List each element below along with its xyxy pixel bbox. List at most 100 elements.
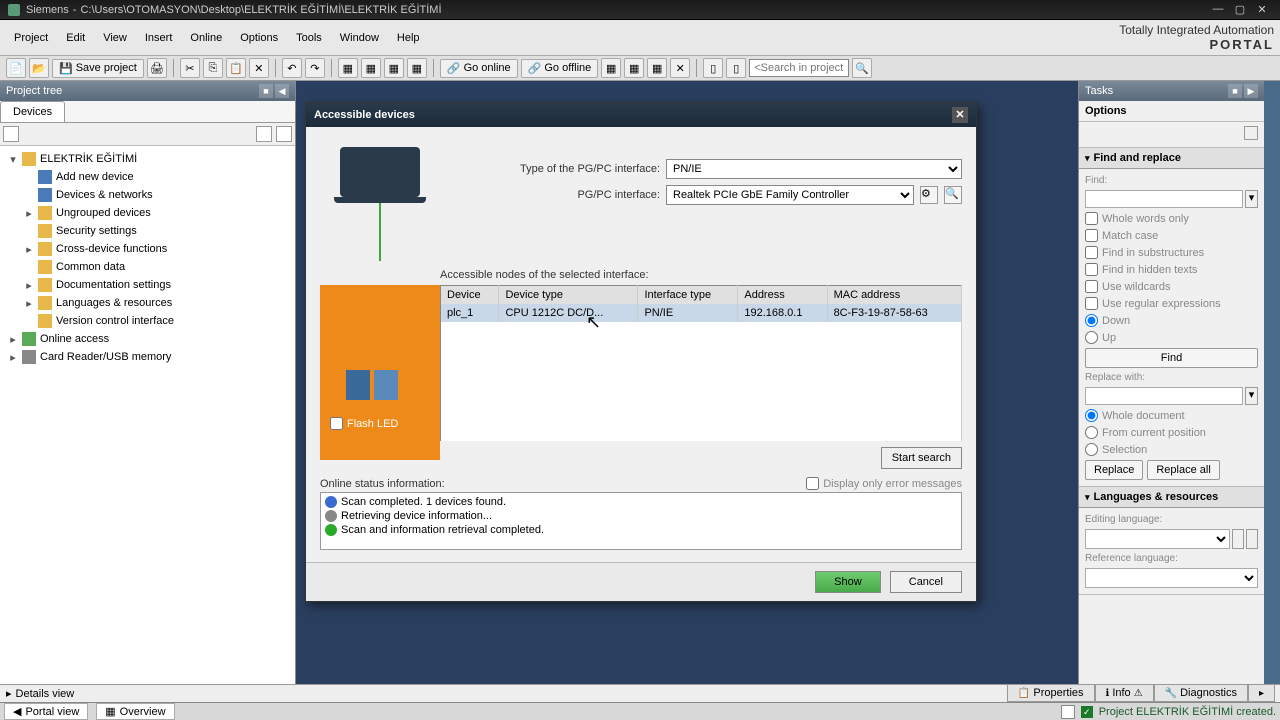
menu-edit[interactable]: Edit [58, 29, 93, 47]
column-header[interactable]: Device [441, 286, 499, 305]
find-dropdown-icon[interactable]: ▾ [1245, 190, 1258, 208]
column-header[interactable]: Address [738, 286, 827, 305]
interface-select[interactable]: Realtek PCIe GbE Family Controller [666, 185, 914, 205]
menu-window[interactable]: Window [332, 29, 387, 47]
down-radio[interactable] [1085, 314, 1098, 327]
wildcards-checkbox[interactable] [1085, 280, 1098, 293]
match-case-checkbox[interactable] [1085, 229, 1098, 242]
find-replace-header[interactable]: ▾ Find and replace [1079, 148, 1264, 169]
table-row[interactable]: plc_1 CPU 1212C DC/D... PN/IE 192.168.0.… [441, 304, 962, 322]
tree-view-icon[interactable] [256, 126, 272, 142]
open-project-icon[interactable]: 📂 [29, 58, 49, 78]
tool3-icon[interactable]: ▦ [647, 58, 667, 78]
start-search-button[interactable]: Start search [881, 447, 962, 469]
print-icon[interactable]: 🖨 [147, 58, 167, 78]
column-header[interactable]: Interface type [638, 286, 738, 305]
go-offline-button[interactable]: 🔗 Go offline [521, 59, 599, 78]
tab-devices[interactable]: Devices [0, 101, 65, 122]
panel-pin-icon[interactable]: ■ [259, 84, 273, 98]
tree-item[interactable]: ▸Languages & resources [0, 294, 295, 312]
only-errors-checkbox[interactable] [806, 477, 819, 490]
dialog-titlebar[interactable]: Accessible devices ✕ [306, 103, 976, 127]
dialog-close-icon[interactable]: ✕ [952, 107, 968, 123]
tree-item[interactable]: ▾ELEKTRİK EĞİTİMİ [0, 150, 295, 168]
new-project-icon[interactable]: 📄 [6, 58, 26, 78]
show-button[interactable]: Show [815, 571, 881, 593]
tree-tool-icon[interactable] [3, 126, 19, 142]
lang-icon[interactable] [1232, 529, 1244, 549]
lang-icon2[interactable] [1246, 529, 1258, 549]
tree-item[interactable]: Devices & networks [0, 186, 295, 204]
layout4-icon[interactable]: ▦ [407, 58, 427, 78]
tree-item[interactable]: ▸Cross-device functions [0, 240, 295, 258]
from-current-radio[interactable] [1085, 426, 1098, 439]
replace-all-button[interactable]: Replace all [1147, 460, 1219, 480]
minimize-button[interactable]: — [1208, 3, 1228, 16]
overview-button[interactable]: ▦ Overview [96, 703, 174, 720]
tree-item[interactable]: ▸Ungrouped devices [0, 204, 295, 222]
tree-item[interactable]: Add new device [0, 168, 295, 186]
right-dock-strip[interactable] [1264, 81, 1280, 696]
menu-help[interactable]: Help [389, 29, 428, 47]
paste-icon[interactable]: 📋 [226, 58, 246, 78]
tree-item[interactable]: ▸Card Reader/USB memory [0, 348, 295, 366]
menu-view[interactable]: View [95, 29, 135, 47]
up-radio[interactable] [1085, 331, 1098, 344]
tab-info[interactable]: ℹ Info ⚠ [1095, 684, 1154, 702]
options-expand-icon[interactable] [1244, 126, 1258, 140]
column-header[interactable]: Device type [499, 286, 638, 305]
maximize-button[interactable]: ▢ [1230, 3, 1250, 16]
redo-icon[interactable]: ↷ [305, 58, 325, 78]
column-header[interactable]: MAC address [827, 286, 961, 305]
tree-refresh-icon[interactable] [276, 126, 292, 142]
whole-doc-radio[interactable] [1085, 409, 1098, 422]
split2-icon[interactable]: ▯ [726, 58, 746, 78]
cancel-button[interactable]: Cancel [890, 571, 962, 593]
menu-options[interactable]: Options [232, 29, 286, 47]
undo-icon[interactable]: ↶ [282, 58, 302, 78]
menu-online[interactable]: Online [182, 29, 230, 47]
hidden-checkbox[interactable] [1085, 263, 1098, 276]
whole-words-checkbox[interactable] [1085, 212, 1098, 225]
tab-properties[interactable]: 📋 Properties [1007, 684, 1095, 702]
editing-lang-select[interactable] [1085, 529, 1230, 549]
reference-lang-select[interactable] [1085, 568, 1258, 588]
panel-collapse-icon[interactable]: ◀ [275, 84, 289, 98]
status-log[interactable]: Scan completed. 1 devices found.Retrievi… [320, 492, 962, 550]
tree-item[interactable]: Security settings [0, 222, 295, 240]
devices-table[interactable]: DeviceDevice typeInterface typeAddressMA… [440, 285, 962, 441]
tree-item[interactable]: ▸Online access [0, 330, 295, 348]
find-input[interactable] [1085, 190, 1243, 208]
tool2-icon[interactable]: ▦ [624, 58, 644, 78]
layout2-icon[interactable]: ▦ [361, 58, 381, 78]
tree-item[interactable]: Version control interface [0, 312, 295, 330]
go-online-button[interactable]: 🔗 Go online [440, 59, 518, 78]
replace-input[interactable] [1085, 387, 1243, 405]
replace-button[interactable]: Replace [1085, 460, 1143, 480]
search-go-icon[interactable]: 🔍 [852, 58, 872, 78]
portal-view-button[interactable]: ◀ Portal view [4, 703, 88, 720]
replace-dropdown-icon[interactable]: ▾ [1245, 387, 1258, 405]
delete-icon[interactable]: ✕ [249, 58, 269, 78]
layout-icon[interactable]: ▦ [338, 58, 358, 78]
flash-led-checkbox[interactable] [330, 417, 343, 430]
copy-icon[interactable]: ⎘ [203, 58, 223, 78]
stop-icon[interactable]: ✕ [670, 58, 690, 78]
project-tree[interactable]: ▾ELEKTRİK EĞİTİMİAdd new deviceDevices &… [0, 146, 295, 696]
layout3-icon[interactable]: ▦ [384, 58, 404, 78]
tree-item[interactable]: ▸Documentation settings [0, 276, 295, 294]
split-icon[interactable]: ▯ [703, 58, 723, 78]
interface-refresh-icon[interactable]: 🔍 [944, 186, 962, 204]
menu-project[interactable]: Project [6, 29, 56, 47]
menu-insert[interactable]: Insert [137, 29, 181, 47]
languages-header[interactable]: ▾ Languages & resources [1079, 487, 1264, 508]
cut-icon[interactable]: ✂ [180, 58, 200, 78]
save-project-button[interactable]: 💾 Save project [52, 59, 144, 78]
tool-icon[interactable]: ▦ [601, 58, 621, 78]
tab-more[interactable]: ▸ [1248, 684, 1275, 702]
close-button[interactable]: ✕ [1252, 3, 1272, 16]
find-button[interactable]: Find [1085, 348, 1258, 368]
substructures-checkbox[interactable] [1085, 246, 1098, 259]
tree-item[interactable]: Common data [0, 258, 295, 276]
search-input[interactable] [749, 59, 849, 77]
